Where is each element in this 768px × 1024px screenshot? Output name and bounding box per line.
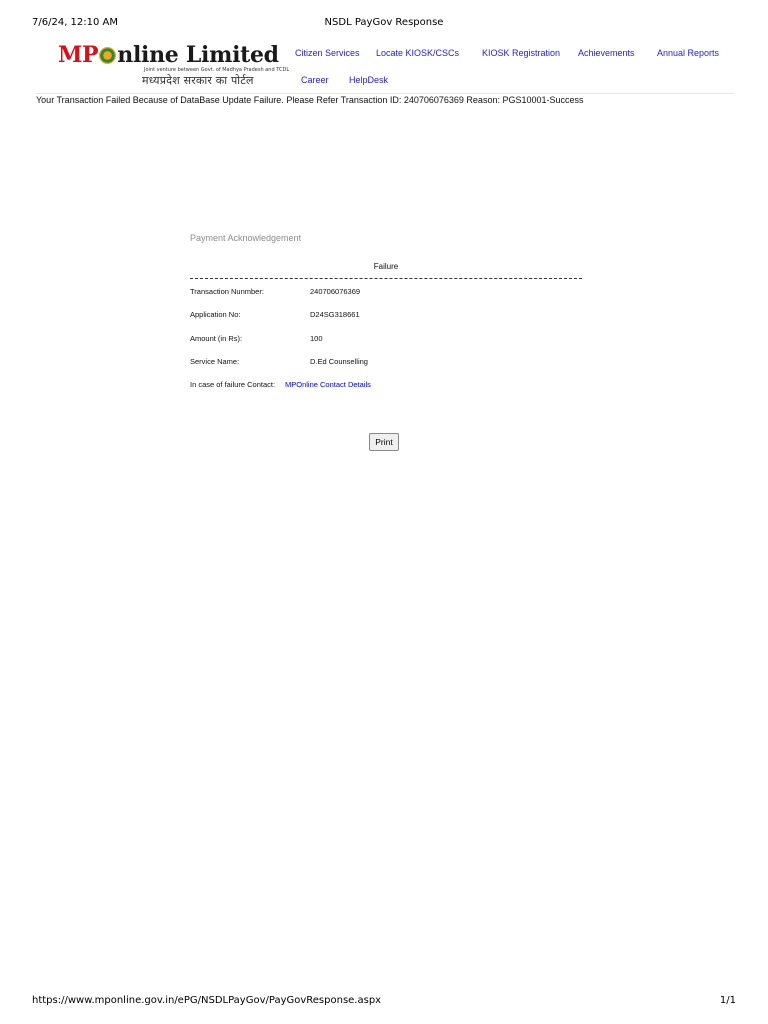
print-page-number: 1/1 (719, 995, 736, 1006)
nav-helpdesk[interactable]: HelpDesk (349, 75, 388, 85)
contact-details-link[interactable]: MPOnline Contact Details (285, 380, 371, 389)
ack-value-service-name: D.Ed Counselling (310, 357, 368, 366)
nav-kiosk-registration[interactable]: KIOSK Registration (482, 48, 560, 58)
print-url: https://www.mponline.gov.in/ePG/NSDLPayG… (32, 995, 382, 1006)
ack-label-amount: Amount (in Rs): (190, 334, 243, 343)
site-header: MP nline Limited Joint venture between Go… (36, 36, 734, 94)
transaction-status-message: Your Transaction Failed Because of DataB… (36, 95, 584, 105)
nav-career[interactable]: Career (301, 75, 329, 85)
ack-label-application-no: Application No: (190, 310, 241, 319)
ack-value-application-no: D24SG318661 (310, 310, 360, 319)
ack-label-failure-contact: In case of failure Contact: (190, 380, 276, 389)
print-button[interactable]: Print (369, 433, 399, 451)
nav-achievements[interactable]: Achievements (578, 48, 635, 58)
ack-status: Failure (373, 262, 399, 271)
logo-name-text: nline Limited (117, 42, 279, 68)
print-footer: https://www.mponline.gov.in/ePG/NSDLPayG… (32, 995, 736, 1009)
ack-divider (190, 278, 582, 279)
logo-mp-text: MP (58, 42, 99, 68)
ack-value-transaction-number: 240706076369 (310, 287, 361, 296)
print-page-title: NSDL PayGov Response (324, 17, 444, 28)
ack-label-service-name: Service Name: (190, 357, 240, 366)
ack-title: Payment Acknowledgement (190, 233, 302, 243)
nav-citizen-services[interactable]: Citizen Services (295, 48, 360, 58)
print-header: 7/6/24, 12:10 AM NSDL PayGov Response (32, 17, 736, 31)
mponline-logo[interactable]: MP nline Limited Joint venture between Go… (58, 42, 289, 92)
nav-locate-kiosk[interactable]: Locate KIOSK/CSCs (376, 48, 459, 58)
ack-value-amount: 100 (310, 334, 323, 343)
ack-label-transaction-number: Transaction Nunmber: (190, 287, 264, 296)
logo-wordmark: MP nline Limited (58, 42, 279, 68)
logo-globe-icon (99, 47, 117, 64)
nav-annual-reports[interactable]: Annual Reports (657, 48, 719, 58)
logo-hindi-text: मध्यप्रदेश सरकार का पोर्टल (142, 74, 254, 87)
